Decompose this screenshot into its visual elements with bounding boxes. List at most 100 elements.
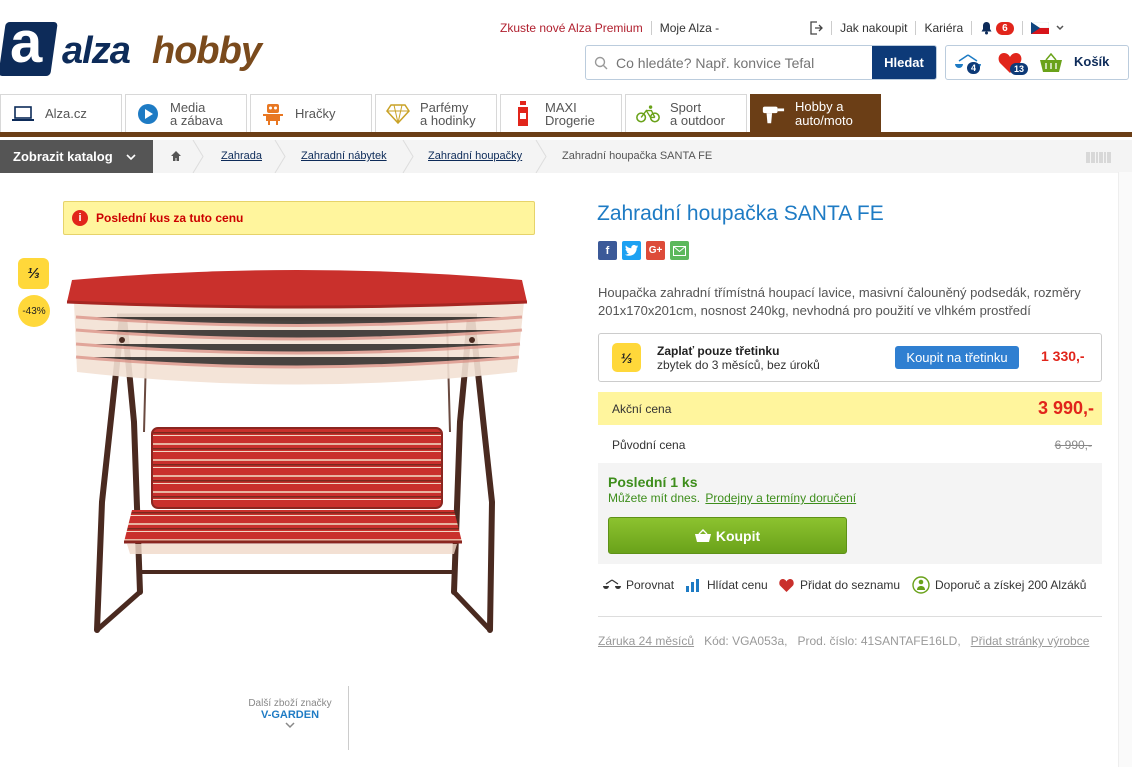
- tab-media[interactable]: Media a zábava: [125, 94, 247, 132]
- cart-label[interactable]: Košík: [1074, 54, 1109, 69]
- tab-sport[interactable]: Sport a outdoor: [625, 94, 747, 132]
- original-price: 6 990,-: [1054, 438, 1092, 452]
- add-to-list-label: Přidat do seznamu: [800, 578, 901, 592]
- search-input[interactable]: [616, 53, 866, 73]
- watch-price-label: Hlídat cenu: [707, 578, 768, 592]
- divider: [348, 686, 349, 750]
- show-catalog-button[interactable]: Zobrazit katalog: [0, 140, 153, 173]
- product-description: Houpačka zahradní třímístná houpací lavi…: [598, 285, 1081, 318]
- alert-text: Poslední kus za tuto cenu: [96, 211, 244, 225]
- cart-icon[interactable]: [1039, 53, 1063, 73]
- brand-name: V-GARDEN: [260, 709, 320, 721]
- tab-alza[interactable]: Alza.cz: [0, 94, 122, 132]
- stock-box: Poslední 1 ks Můžete mít dnes. Prodejny …: [598, 463, 1102, 564]
- original-price-row: Původní cena 6 990,-: [598, 425, 1102, 462]
- discount-badge: -43%: [18, 295, 50, 327]
- product-number: Prod. číslo: 41SANTAFE16LD,: [797, 634, 961, 648]
- facebook-icon[interactable]: f: [598, 241, 617, 260]
- installment-title: Zaplať pouze třetinku: [657, 344, 780, 358]
- bottle-icon: [511, 100, 535, 126]
- premium-link[interactable]: Zkuste nové Alza Premium: [500, 21, 643, 35]
- original-price-label: Původní cena: [612, 438, 686, 452]
- bicycle-icon: [636, 102, 660, 126]
- info-icon: i: [72, 210, 88, 226]
- google-plus-icon[interactable]: G+: [646, 241, 665, 260]
- chevron-down-icon: [126, 153, 136, 160]
- tab-label-line1: Sport: [670, 99, 702, 115]
- tab-toys[interactable]: Hračky: [250, 94, 372, 132]
- installment-subtitle: zbytek do 3 měsíců, bez úroků: [657, 358, 820, 372]
- compare-icon: [603, 577, 621, 593]
- breadcrumb-separator: [402, 140, 414, 173]
- stock-status: Poslední 1 ks: [608, 474, 698, 490]
- tab-label: Hračky: [295, 106, 336, 121]
- logo-word-hobby: hobby: [152, 30, 262, 72]
- search-button[interactable]: Hledat: [872, 46, 936, 79]
- add-to-list-action[interactable]: Přidat do seznamu: [777, 577, 900, 593]
- divider: [831, 21, 833, 35]
- tab-drogerie[interactable]: MAXI Drogerie: [500, 94, 622, 132]
- tab-label-line2: a outdoor: [670, 112, 725, 128]
- email-icon[interactable]: [670, 241, 689, 260]
- warranty-link[interactable]: Záruka 24 měsíců: [598, 634, 694, 648]
- last-piece-alert: i Poslední kus za tuto cenu: [63, 201, 535, 235]
- search-icon: [594, 56, 608, 70]
- chevron-down-icon: [285, 722, 295, 729]
- breadcrumb-current: Zahradní houpačka SANTA FE: [562, 150, 713, 162]
- tab-label-line1: MAXI: [545, 99, 577, 115]
- compare-label: Porovnat: [626, 578, 675, 592]
- robot-icon: [261, 102, 285, 126]
- drill-icon: [761, 102, 785, 126]
- top-links: Zkuste nové Alza Premium Moje Alza - Jak…: [500, 20, 1065, 36]
- alza-hobby-logo[interactable]: a alza hobby: [0, 14, 272, 80]
- breadcrumb: Zobrazit katalog Zahrada Zahradní nábyte…: [0, 140, 1132, 173]
- compare-count: 4: [967, 62, 981, 74]
- heart-icon: [777, 577, 795, 593]
- tab-label-line1: Media: [170, 99, 206, 115]
- stock-availability-text: Můžete mít dnes.: [608, 491, 701, 505]
- tab-label-line1: Parfémy: [420, 99, 469, 115]
- twitter-icon[interactable]: [622, 241, 641, 260]
- sale-price: 3 990,-: [1037, 398, 1094, 418]
- barcode-icon: [1086, 152, 1112, 163]
- home-icon[interactable]: [170, 150, 182, 162]
- buy-button-label: Koupit: [715, 527, 761, 544]
- product-title: Zahradní houpačka SANTA FE: [597, 202, 884, 225]
- divider: [650, 21, 652, 35]
- product-image[interactable]: [62, 262, 532, 640]
- breadcrumb-link[interactable]: Zahrada: [221, 150, 262, 162]
- tab-hobby[interactable]: Hobby a auto/moto: [750, 94, 881, 132]
- compare-action[interactable]: Porovnat: [603, 577, 674, 593]
- buy-button[interactable]: Koupit: [608, 517, 847, 554]
- how-to-buy-link[interactable]: Jak nakoupit: [840, 21, 907, 35]
- tab-label: Alza.cz: [45, 106, 87, 121]
- logo-letter: a: [10, 10, 43, 75]
- chevron-down-icon: [1056, 25, 1064, 31]
- stores-delivery-link[interactable]: Prodejny a termíny doručení: [705, 491, 856, 505]
- tab-perfumes[interactable]: Parfémy a hodinky: [375, 94, 497, 132]
- recommend-label: Doporuč a získej 200 Alzáků: [935, 578, 1087, 592]
- logo-word-alza: alza: [62, 30, 131, 72]
- stock-availability: Můžete mít dnes. Prodejny a termíny doru…: [608, 491, 856, 505]
- watch-price-action[interactable]: Hlídat cenu: [684, 577, 768, 593]
- recommend-action[interactable]: Doporuč a získej 200 Alzáků: [912, 576, 1087, 594]
- recommend-icon: [912, 576, 930, 594]
- logout-icon[interactable]: [809, 21, 824, 35]
- product-code: Kód: VGA053a,: [704, 634, 788, 648]
- czech-flag-icon[interactable]: [1030, 22, 1065, 34]
- third-payment-icon: ⅓: [612, 343, 641, 372]
- search-box: Hledat: [585, 45, 937, 80]
- tab-label-line2: a hodinky: [420, 112, 476, 128]
- breadcrumb-link[interactable]: Zahradní houpačky: [428, 150, 522, 162]
- tab-label-line2: Drogerie: [545, 112, 595, 128]
- buy-installment-button[interactable]: Koupit na třetinku: [895, 346, 1019, 369]
- brand-link[interactable]: Další zboží značky V-GARDEN: [240, 698, 340, 732]
- add-manufacturer-pages-link[interactable]: Přidat stránky výrobce: [971, 634, 1090, 648]
- career-link[interactable]: Kariéra: [924, 21, 963, 35]
- breadcrumb-link[interactable]: Zahradní nábytek: [301, 150, 387, 162]
- breadcrumb-separator: [192, 140, 204, 173]
- bell-icon[interactable]: [980, 21, 993, 35]
- my-alza-link[interactable]: Moje Alza -: [660, 21, 719, 35]
- product-meta: Záruka 24 měsíců Kód: VGA053a, Prod. čís…: [598, 633, 1098, 649]
- page-edge: [1118, 172, 1132, 767]
